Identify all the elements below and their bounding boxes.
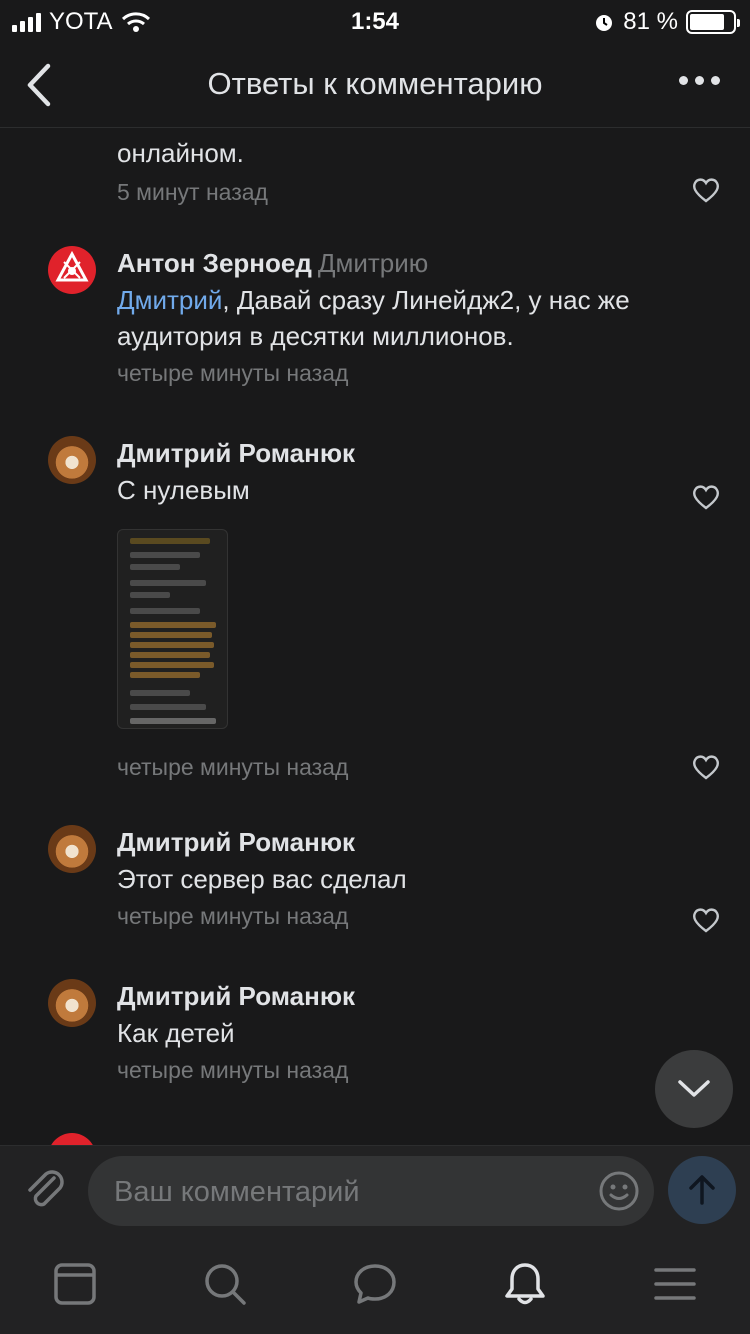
comment-text: онлайном.: [117, 138, 244, 168]
more-dots-icon[interactable]: [679, 76, 720, 85]
page-title: Ответы к комментарию: [207, 66, 543, 101]
emblem-icon: [55, 250, 89, 282]
author-line: Антон Зерноед Дмитрию: [117, 246, 690, 280]
comment-body: Дмитрий Романюк Как детей четыре минуты …: [117, 979, 690, 1085]
avatar[interactable]: [48, 825, 96, 873]
scroll-down-button[interactable]: [655, 1050, 733, 1128]
comment-text: С нулевым: [117, 475, 250, 505]
mention-link[interactable]: Дмитрий: [117, 285, 222, 315]
notifications-icon[interactable]: [502, 1261, 548, 1307]
comment-composer: Ваш комментарий: [0, 1145, 750, 1235]
menu-icon[interactable]: [652, 1261, 698, 1307]
comment-body: онлайном. 5 минут назад: [117, 135, 690, 207]
status-bar: YOTA 1:54 81 %: [0, 0, 750, 42]
author-name[interactable]: Дмитрий Романюк: [117, 438, 355, 468]
heart-icon[interactable]: [692, 754, 720, 780]
tab-bar: [0, 1235, 750, 1334]
nav-bar: Ответы к комментарию: [0, 42, 750, 128]
smile-icon[interactable]: [598, 1170, 640, 1212]
author-name[interactable]: Дмитрий Романюк: [117, 981, 355, 1011]
avatar[interactable]: [48, 246, 96, 294]
comment-text: Как детей: [117, 1018, 235, 1048]
author-name[interactable]: Дмитрий Романюк: [117, 827, 355, 857]
avatar[interactable]: [48, 1133, 96, 1145]
chevron-down-icon: [678, 1080, 710, 1097]
avatar[interactable]: [48, 979, 96, 1027]
battery-fill: [690, 14, 725, 30]
author-line: Дмитрий Романюк: [117, 979, 690, 1013]
comment-time[interactable]: четыре минуты назад: [117, 901, 690, 931]
comment-time[interactable]: четыре минуты назад: [117, 358, 690, 388]
author-line: Дмитрий Романюк: [117, 436, 690, 470]
comment-body: Дмитрий Романюк С нулевым: [117, 436, 690, 508]
heart-icon[interactable]: [692, 177, 720, 203]
reply-to[interactable]: Дмитрию: [318, 248, 428, 278]
status-right: 81 %: [593, 8, 740, 36]
heart-icon[interactable]: [692, 907, 720, 933]
comment-text: Дмитрий, Давай сразу Линейдж2, у нас же …: [117, 282, 690, 354]
attached-image[interactable]: [117, 529, 228, 729]
comment-time[interactable]: четыре минуты назад: [117, 1055, 690, 1085]
send-button[interactable]: [668, 1156, 736, 1224]
battery-icon: [686, 10, 740, 34]
paperclip-icon[interactable]: [24, 1168, 68, 1214]
avatar[interactable]: [48, 436, 96, 484]
arrow-up-icon: [689, 1175, 715, 1205]
comments-feed[interactable]: онлайном. 5 минут назад Антон Зерноед Дми…: [0, 129, 750, 1145]
comment-body: Антон Зерноед Дмитрию Дмитрий, Давай сраз…: [117, 246, 690, 388]
comment-text: Этот сервер вас сделал: [117, 864, 407, 894]
author-name[interactable]: Антон Зерноед: [117, 248, 312, 278]
comment-input-placeholder: Ваш комментарий: [114, 1176, 360, 1208]
comment-body: Дмитрий Романюк Этот сервер вас сделал ч…: [117, 825, 690, 931]
comment-time[interactable]: 5 минут назад: [117, 177, 690, 207]
comment-time[interactable]: четыре минуты назад: [117, 752, 348, 782]
alarm-icon: [596, 15, 613, 31]
news-icon[interactable]: [52, 1261, 98, 1307]
author-line: Дмитрий Романюк: [117, 825, 690, 859]
comment-input[interactable]: Ваш комментарий: [88, 1156, 654, 1226]
search-icon[interactable]: [202, 1261, 248, 1307]
heart-icon[interactable]: [692, 484, 720, 510]
battery-percent: 81 %: [623, 8, 678, 35]
messages-icon[interactable]: [352, 1261, 398, 1307]
